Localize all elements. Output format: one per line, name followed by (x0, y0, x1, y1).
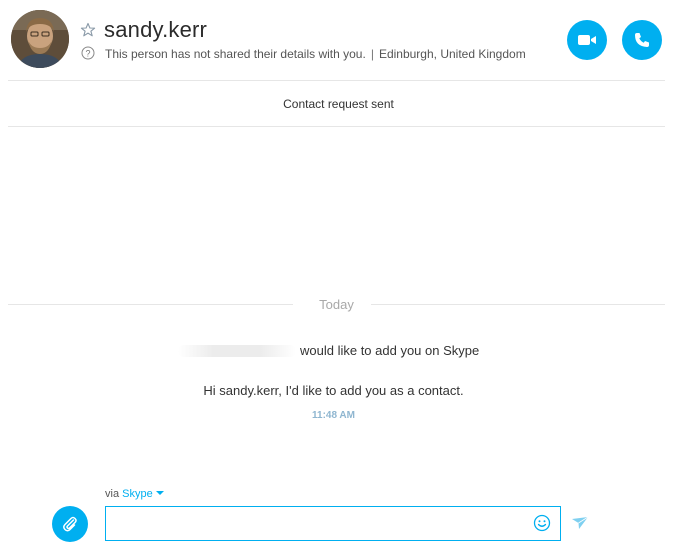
info-question-icon[interactable]: ? (81, 46, 95, 60)
attach-button[interactable] (52, 506, 88, 542)
emoji-button[interactable] (533, 514, 551, 532)
contact-request-status: Contact request sent (283, 97, 394, 111)
details-separator: | (370, 47, 374, 61)
contact-location: Edinburgh, United Kingdom (378, 47, 526, 61)
send-arrow-icon (572, 516, 589, 529)
paperclip-icon (63, 516, 77, 532)
via-selector: via Skype (105, 488, 164, 500)
contact-avatar[interactable] (11, 10, 69, 68)
favorite-star-icon[interactable] (80, 22, 96, 38)
conversation-header: sandy.kerr ? This person has not shared … (0, 0, 677, 80)
redacted-sender-name (178, 345, 296, 357)
video-camera-icon (578, 35, 596, 45)
request-message: Hi sandy.kerr, I'd like to add you as a … (203, 383, 464, 398)
contact-details: This person has not shared their details… (105, 47, 526, 61)
header-divider (8, 80, 665, 81)
svg-text:?: ? (85, 49, 90, 59)
status-divider (8, 126, 665, 127)
message-input[interactable] (105, 506, 561, 541)
video-call-button[interactable] (567, 20, 607, 60)
via-prefix: via (105, 488, 120, 500)
chevron-down-icon (155, 491, 164, 495)
contact-name: sandy.kerr (104, 17, 208, 42)
privacy-note: This person has not shared their details… (105, 47, 366, 61)
date-separator: Today (8, 297, 665, 313)
smiley-icon (533, 514, 551, 532)
send-button[interactable] (571, 515, 589, 531)
audio-call-button[interactable] (622, 20, 662, 60)
add-request-text: would like to add you on Skype (300, 343, 480, 358)
via-service-label: Skype (122, 488, 153, 500)
phone-icon (635, 33, 649, 47)
date-line-right (371, 304, 665, 305)
via-service-dropdown[interactable]: Skype (122, 488, 164, 500)
message-timestamp: 11:48 AM (312, 410, 355, 421)
